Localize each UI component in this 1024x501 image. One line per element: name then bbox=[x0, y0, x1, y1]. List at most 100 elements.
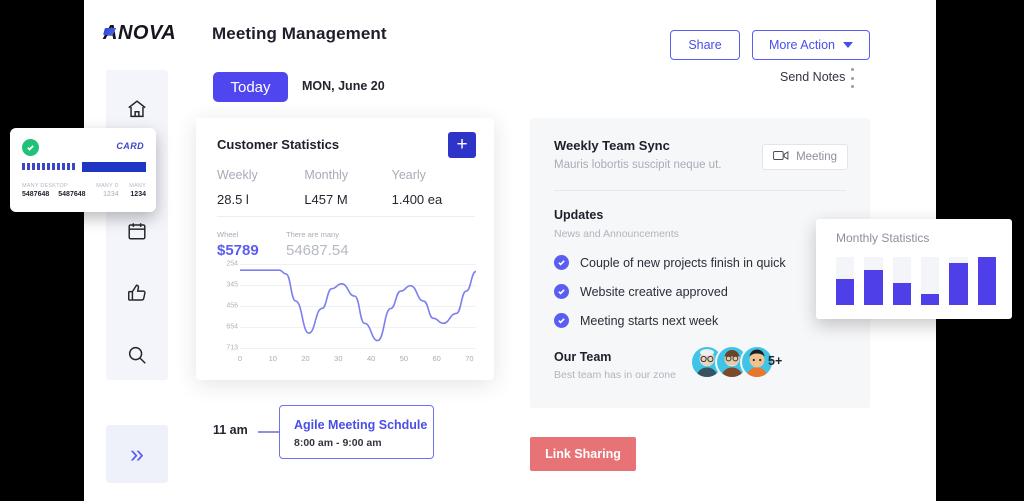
more-action-label: More Action bbox=[769, 38, 835, 52]
bar-track bbox=[978, 257, 996, 305]
masked-digit bbox=[62, 163, 65, 170]
x-tick: 30 bbox=[334, 354, 342, 363]
x-tick: 50 bbox=[400, 354, 408, 363]
divider bbox=[217, 216, 475, 217]
masked-digit bbox=[32, 163, 35, 170]
kpi-label: Monthly bbox=[304, 168, 391, 182]
y-tick: 254 bbox=[226, 261, 238, 268]
masked-digit bbox=[27, 163, 30, 170]
share-button[interactable]: Share bbox=[670, 30, 740, 60]
logo-swoosh-icon bbox=[103, 28, 122, 35]
masked-digit bbox=[37, 163, 40, 170]
meeting-schedule-card[interactable]: Agile Meeting Schdule 8:00 am - 9:00 am bbox=[279, 405, 434, 459]
today-button[interactable]: Today bbox=[213, 72, 288, 102]
masked-digit bbox=[22, 163, 25, 170]
updates-subtitle: News and Announcements bbox=[554, 228, 679, 240]
kpi: Yearly1.400 ea bbox=[392, 168, 479, 207]
gridline bbox=[240, 348, 476, 349]
masked-digit bbox=[52, 163, 55, 170]
kpi: MonthlyL457 M bbox=[304, 168, 391, 207]
screenshot-stage: ANOVA Meeting Management Share More Acti… bbox=[0, 0, 1024, 501]
monthly-statistics-title: Monthly Statistics bbox=[836, 231, 929, 245]
masked-digit bbox=[57, 163, 60, 170]
sidebar-item-likes[interactable] bbox=[106, 272, 168, 318]
check-icon bbox=[554, 255, 569, 270]
kpi-label: Yearly bbox=[392, 168, 479, 182]
bar-fill bbox=[949, 263, 967, 305]
masked-digit bbox=[42, 163, 45, 170]
update-item[interactable]: Website creative approved bbox=[554, 277, 854, 306]
y-tick: 654 bbox=[226, 324, 238, 331]
bar-track bbox=[949, 257, 967, 305]
monthly-bar-chart bbox=[836, 257, 996, 305]
card-title: Customer Statistics bbox=[217, 137, 339, 152]
kpi-value: 28.5 l bbox=[217, 192, 304, 207]
x-tick: 0 bbox=[238, 354, 242, 363]
bar-fill bbox=[864, 270, 882, 305]
x-tick: 10 bbox=[269, 354, 277, 363]
kpi-group: Weekly28.5 lMonthlyL457 MYearly1.400 ea bbox=[217, 168, 479, 207]
update-item[interactable]: Meeting starts next week bbox=[554, 306, 854, 335]
bar-track bbox=[921, 257, 939, 305]
x-tick: 70 bbox=[465, 354, 473, 363]
team-subtitle: Best team has in our zone bbox=[554, 369, 676, 381]
team-title: Our Team bbox=[554, 350, 611, 364]
more-options-icon[interactable] bbox=[850, 68, 854, 88]
update-item[interactable]: Couple of new projects finish in quick bbox=[554, 248, 854, 277]
link-sharing-button[interactable]: Link Sharing bbox=[530, 437, 636, 471]
link-sharing-label: Link Sharing bbox=[545, 447, 621, 461]
updates-title: Updates bbox=[554, 208, 603, 222]
chart-line bbox=[240, 264, 476, 348]
update-text: Couple of new projects finish in quick bbox=[580, 256, 786, 270]
send-notes-label[interactable]: Send Notes bbox=[780, 70, 845, 84]
y-tick: 456 bbox=[226, 303, 238, 310]
card-col-label: MANY D bbox=[96, 183, 119, 189]
success-check-icon bbox=[22, 139, 39, 156]
masked-digit bbox=[47, 163, 50, 170]
double-chevron-right-icon: » bbox=[130, 442, 144, 467]
kpi: Weekly28.5 l bbox=[217, 168, 304, 207]
thumbs-up-icon bbox=[126, 282, 148, 309]
masked-digit bbox=[67, 163, 70, 170]
sidebar-item-search[interactable] bbox=[106, 334, 168, 380]
y-tick: 345 bbox=[226, 282, 238, 289]
meeting-badge[interactable]: Meeting bbox=[762, 144, 848, 170]
current-date: MON, June 20 bbox=[302, 79, 385, 93]
more-action-button[interactable]: More Action bbox=[752, 30, 870, 60]
sync-subtitle: Mauris lobortis suscipit neque ut. bbox=[554, 159, 721, 171]
plus-icon: + bbox=[456, 133, 467, 157]
customer-statistics-card: Customer Statistics + Weekly28.5 lMonthl… bbox=[196, 118, 494, 380]
brand-logo[interactable]: ANOVA bbox=[103, 22, 176, 45]
sidebar-item-calendar[interactable] bbox=[106, 210, 168, 256]
mini-stat-wheel: Wheel $5789 bbox=[217, 230, 259, 259]
add-button[interactable]: + bbox=[448, 132, 476, 158]
bar-fill bbox=[893, 283, 911, 305]
card-number-mask bbox=[22, 163, 75, 170]
card-progress-bar bbox=[82, 162, 146, 172]
x-tick: 20 bbox=[301, 354, 309, 363]
bar-fill bbox=[978, 257, 996, 305]
bar-track bbox=[893, 257, 911, 305]
meeting-title: Agile Meeting Schdule bbox=[294, 418, 427, 432]
check-icon bbox=[554, 284, 569, 299]
meeting-badge-label: Meeting bbox=[796, 151, 837, 163]
card-label: CARD bbox=[116, 141, 144, 151]
line-chart: 254345456654713 010203040506070 bbox=[214, 264, 476, 366]
search-icon bbox=[126, 344, 148, 371]
bar-fill bbox=[836, 279, 854, 305]
mini-caption: There are many bbox=[286, 230, 349, 239]
card-col-value: 5487648 bbox=[58, 191, 85, 198]
y-tick: 713 bbox=[226, 345, 238, 352]
today-label: Today bbox=[230, 79, 270, 96]
sidebar-expand-button[interactable]: » bbox=[106, 425, 168, 483]
mini-caption: Wheel bbox=[217, 230, 259, 239]
card-widget: CARD MANY DESKTOP 5487648 5487648 MANY D… bbox=[10, 128, 156, 212]
card-details-row: MANY DESKTOP 5487648 5487648 MANY D 1234… bbox=[22, 183, 146, 198]
bar-fill bbox=[921, 294, 939, 305]
timeline-time: 11 am bbox=[213, 423, 248, 437]
mini-stat-total: There are many 54687.54 bbox=[286, 230, 349, 259]
x-tick: 60 bbox=[432, 354, 440, 363]
card-col-many: MANY 1234 bbox=[129, 183, 146, 198]
home-icon bbox=[126, 98, 148, 125]
meeting-time: 8:00 am - 9:00 am bbox=[294, 437, 382, 449]
